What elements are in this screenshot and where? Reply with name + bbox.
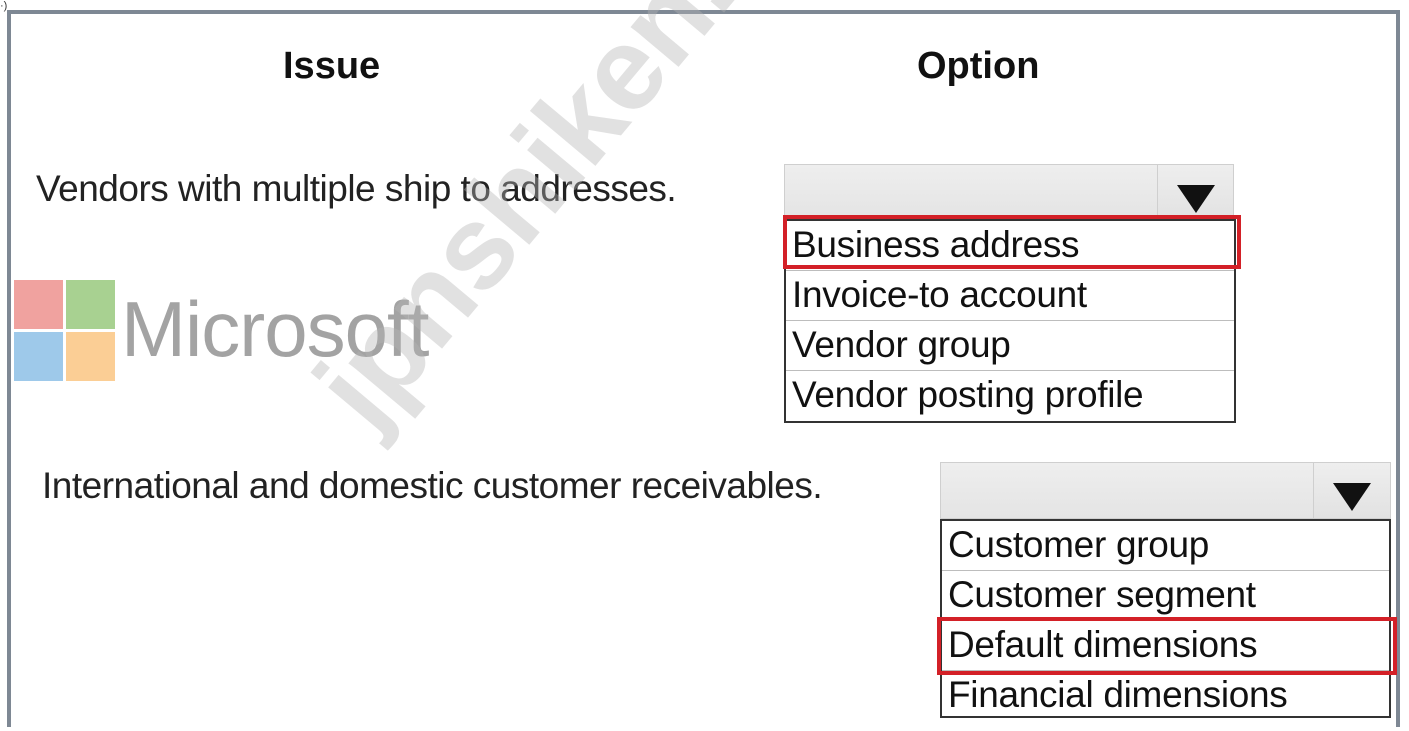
logo-square-yellow: [66, 332, 115, 381]
answer-highlight-2: [937, 617, 1397, 675]
chevron-down-icon: [1176, 184, 1215, 213]
microsoft-logo: [14, 280, 115, 381]
option-2-item-customer-group[interactable]: Customer group: [942, 521, 1389, 571]
option-2-select[interactable]: [940, 462, 1314, 519]
option-2-item-financial-dimensions[interactable]: Financial dimensions: [942, 671, 1389, 721]
logo-square-blue: [14, 332, 63, 381]
option-1-select[interactable]: [784, 164, 1158, 221]
option-2-dropdown-button[interactable]: [1313, 462, 1391, 519]
issue-column-header: Issue: [283, 45, 381, 87]
logo-square-green: [66, 280, 115, 329]
option-column-header: Option: [917, 45, 1040, 87]
option-1-dropdown-button[interactable]: [1157, 164, 1234, 221]
logo-square-red: [14, 280, 63, 329]
issue-2-text: International and domestic customer rece…: [42, 465, 823, 506]
option-2-item-customer-segment[interactable]: Customer segment: [942, 571, 1389, 621]
page: ·) Issue Option Vendors with multiple sh…: [0, 0, 1409, 731]
chevron-down-icon: [1333, 482, 1371, 511]
microsoft-logo-text: Microsoft: [121, 285, 429, 373]
option-1-item-invoice-to-account[interactable]: Invoice-to account: [786, 271, 1234, 321]
option-1-item-vendor-group[interactable]: Vendor group: [786, 321, 1234, 371]
answer-highlight-1: [783, 215, 1241, 269]
issue-1-text: Vendors with multiple ship to addresses.: [36, 168, 677, 209]
option-1-item-vendor-posting-profile[interactable]: Vendor posting profile: [786, 371, 1234, 421]
